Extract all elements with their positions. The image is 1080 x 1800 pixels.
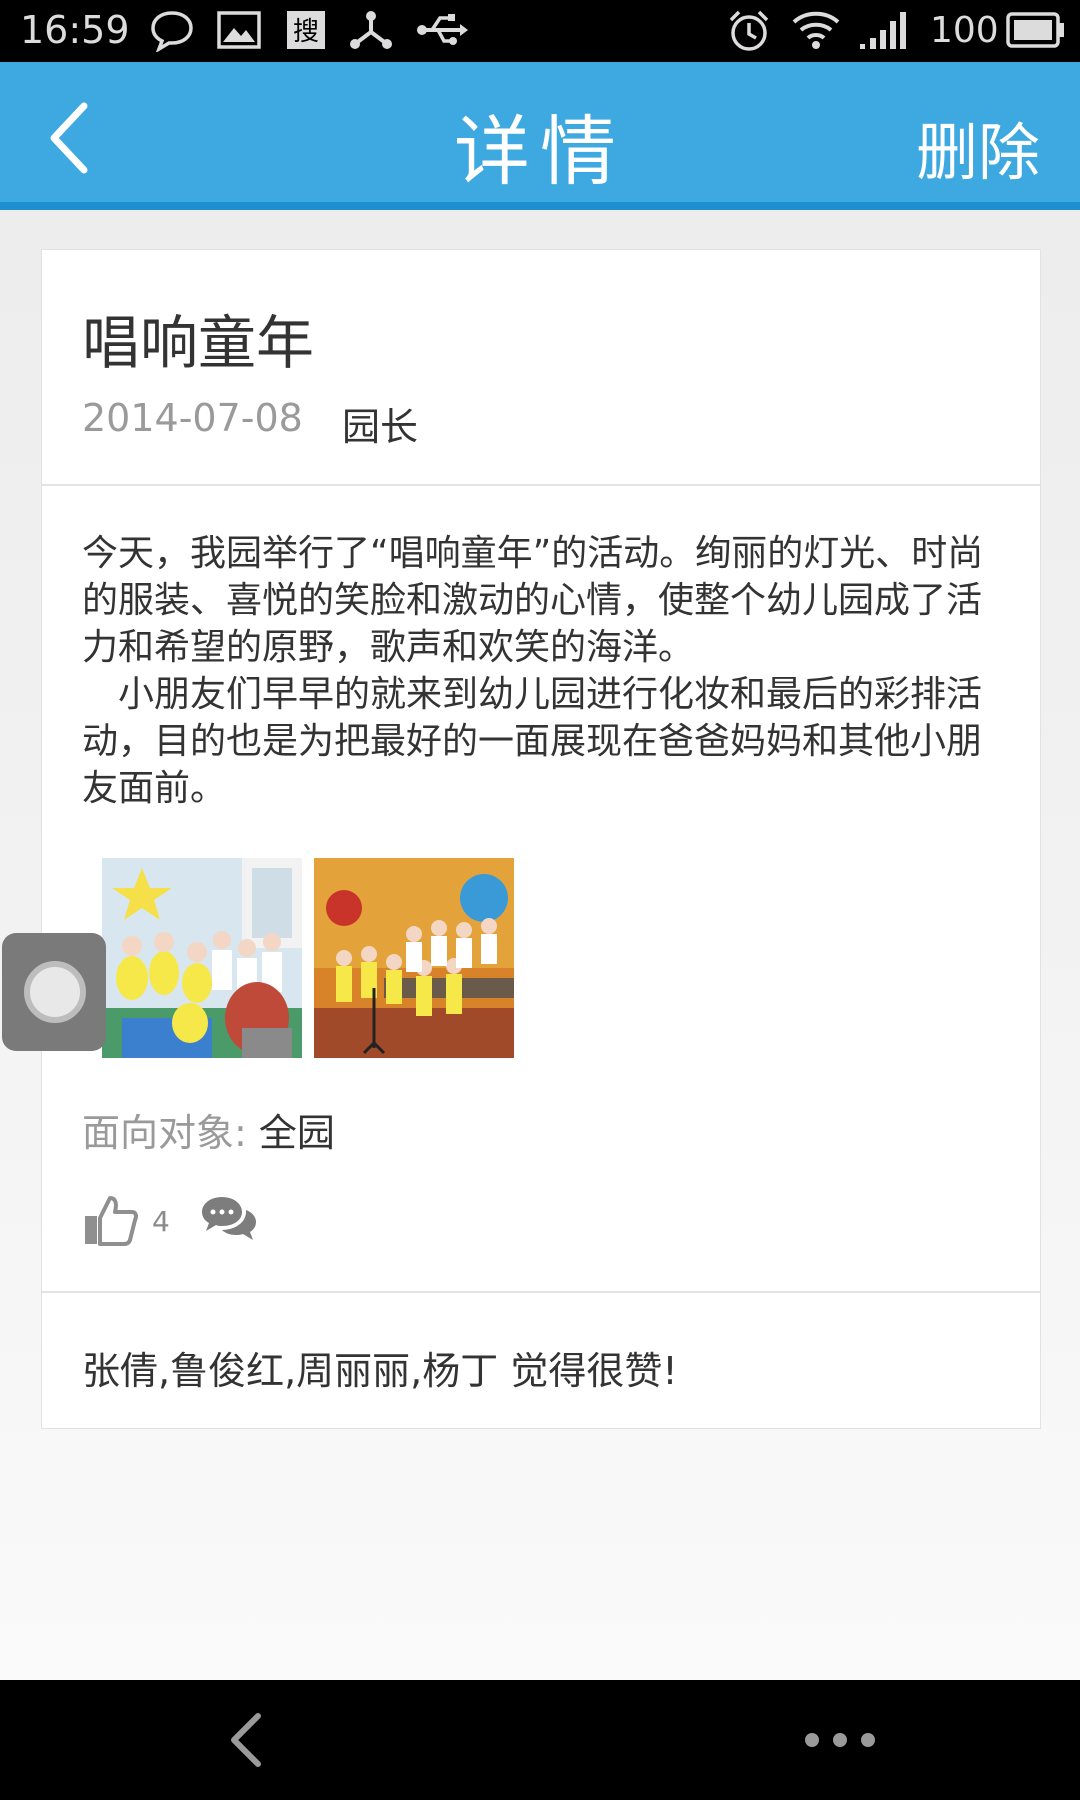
post-author: 园长 [342, 405, 419, 449]
post-body: 今天，我园举行了“唱响童年”的活动。绚丽的灯光、时尚的服装、喜悦的笑脸和激动的心… [82, 530, 1002, 812]
chat-bubble-icon [151, 11, 193, 52]
app-header: 详情 删除 [0, 62, 1080, 210]
navigation-bar [0, 1680, 1080, 1800]
divider [42, 1291, 1040, 1293]
photo-thumbnail-2[interactable] [314, 858, 514, 1058]
alarm-icon [729, 10, 769, 51]
delete-button[interactable]: 删除 [916, 102, 1040, 192]
like-count: 4 [152, 1205, 170, 1238]
image-icon [217, 11, 261, 49]
audience-label: 面向对象: [82, 1111, 259, 1155]
post-paragraph: 今天，我园举行了“唱响童年”的活动。绚丽的灯光、时尚的服装、喜悦的笑脸和激动的心… [82, 533, 984, 668]
nav-menu-button[interactable] [802, 1730, 878, 1750]
nav-back-button[interactable] [220, 1710, 280, 1770]
photo-thumbnail-1[interactable] [102, 858, 302, 1058]
signal-icon [860, 12, 906, 49]
thumbs-up-icon[interactable] [82, 1192, 138, 1248]
divider [42, 484, 1040, 486]
assistive-touch-icon [24, 961, 86, 1023]
status-bar: 16:59 搜 100 [0, 0, 1080, 62]
post-title: 唱响童年 [82, 309, 315, 377]
likers-text: 张倩,鲁俊红,周丽丽,杨丁 觉得很赞! [82, 1349, 678, 1393]
audience-value: 全园 [258, 1111, 335, 1155]
comment-icon[interactable] [200, 1194, 258, 1244]
audience: 面向对象: 全园 [82, 1102, 335, 1157]
status-time: 16:59 [20, 8, 130, 52]
post-card: 唱响童年 2014-07-08 园长 今天，我园举行了“唱响童年”的活动。绚丽的… [41, 249, 1041, 1429]
usb-icon [417, 14, 468, 45]
battery-icon [1006, 12, 1064, 48]
svg-text:搜: 搜 [293, 17, 319, 47]
search-app-icon: 搜 [287, 11, 325, 49]
network-share-icon [350, 11, 392, 49]
assistive-touch-button[interactable] [2, 933, 106, 1051]
battery-level: 100 [930, 10, 999, 51]
wifi-icon [792, 11, 840, 49]
post-paragraph: 小朋友们早早的就来到幼儿园进行化妆和最后的彩排活动，目的也是为把最好的一面展现在… [82, 674, 983, 809]
post-date: 2014-07-08 [82, 396, 303, 440]
